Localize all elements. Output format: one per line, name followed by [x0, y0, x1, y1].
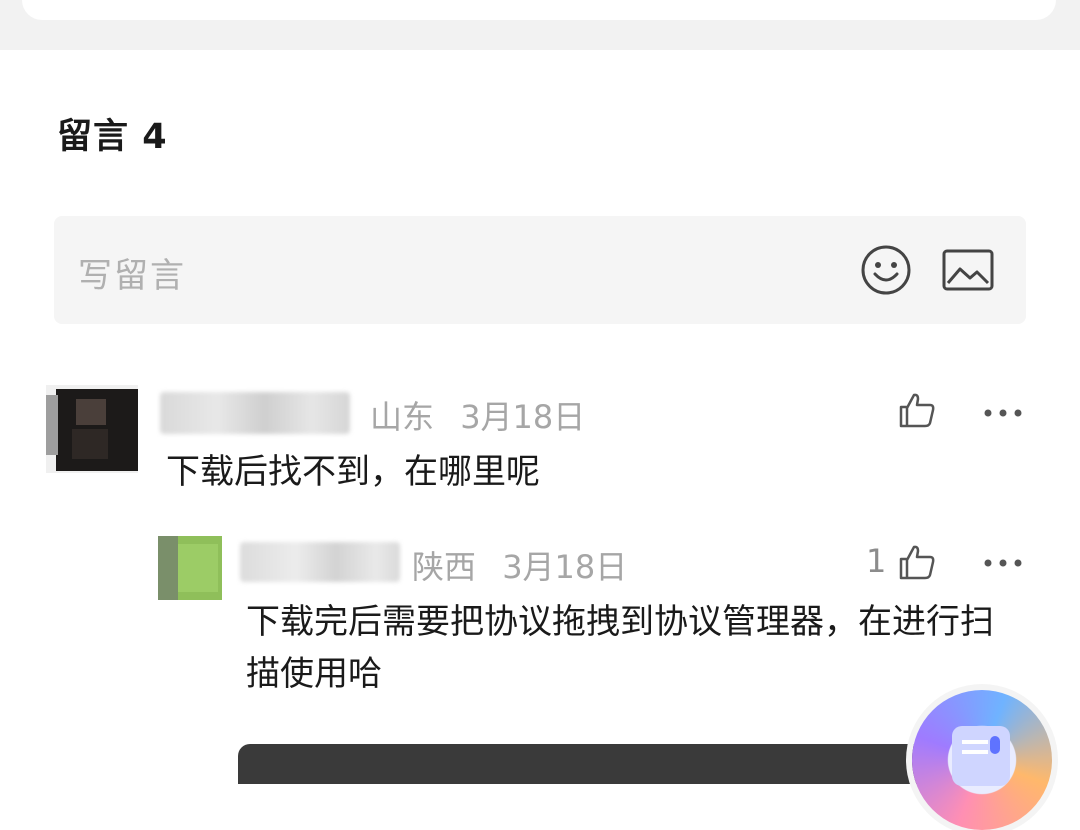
note-document-icon [952, 726, 1010, 786]
reply-meta: 陕西 3月18日 [412, 542, 643, 588]
more-options-icon[interactable] [983, 408, 1023, 418]
comment-date: 3月18日 [460, 398, 586, 436]
reply-location: 陕西 [412, 548, 477, 586]
commenter-avatar[interactable] [46, 385, 138, 473]
commenter-name-blurred[interactable] [160, 392, 350, 434]
comment-text: 下载后找不到，在哪里呢 [166, 452, 540, 492]
more-options-icon[interactable] [983, 558, 1023, 568]
thumbs-up-icon[interactable] [897, 390, 937, 430]
replier-name-blurred[interactable] [240, 542, 400, 582]
image-icon[interactable] [942, 249, 994, 291]
top-divider-strip [0, 0, 1080, 50]
emoji-icon[interactable] [860, 244, 912, 296]
bottom-toast-bar [238, 744, 938, 784]
reply-date: 3月18日 [502, 548, 628, 586]
comments-count: 4 [142, 117, 168, 157]
comment-meta: 山东 3月18日 [370, 392, 601, 438]
article-card-bottom [22, 0, 1056, 20]
replier-avatar[interactable] [158, 536, 222, 600]
write-comment-box[interactable]: 写留言 [54, 216, 1026, 324]
reply-text: 下载完后需要把协议拖拽到协议管理器，在进行扫描使用哈 [246, 602, 994, 694]
comment-location: 山东 [370, 398, 435, 436]
thumbs-up-icon[interactable] [897, 542, 937, 582]
comments-section-title: 留言 4 [57, 108, 168, 159]
write-comment-placeholder: 写留言 [78, 256, 186, 296]
reply-like-count: 1 [866, 542, 887, 580]
microphone-icon [990, 736, 1000, 754]
comments-title-label: 留言 [57, 117, 130, 157]
note-lines-icon [962, 740, 988, 744]
